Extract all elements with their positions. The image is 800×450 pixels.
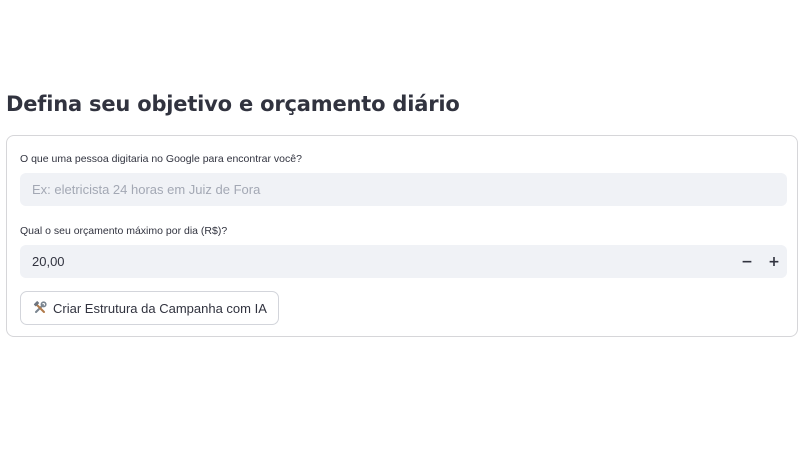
create-campaign-button-label: Criar Estrutura da Campanha com IA — [53, 300, 267, 316]
campaign-form: O que uma pessoa digitaria no Google par… — [6, 135, 798, 337]
decrement-button[interactable]: − — [734, 245, 760, 278]
create-campaign-button[interactable]: Criar Estrutura da Campanha com IA — [20, 291, 279, 325]
page-title: Defina seu objetivo e orçamento diário — [6, 92, 460, 116]
search-query-input[interactable] — [20, 173, 787, 206]
hammer-and-wrench-icon — [33, 301, 47, 315]
search-query-label: O que uma pessoa digitaria no Google par… — [20, 153, 302, 165]
daily-budget-label: Qual o seu orçamento máximo por dia (R$)… — [20, 225, 228, 237]
daily-budget-input[interactable] — [20, 245, 720, 278]
daily-budget-field: − + — [20, 245, 787, 278]
page: Defina seu objetivo e orçamento diário O… — [0, 0, 800, 450]
increment-button[interactable]: + — [761, 245, 787, 278]
